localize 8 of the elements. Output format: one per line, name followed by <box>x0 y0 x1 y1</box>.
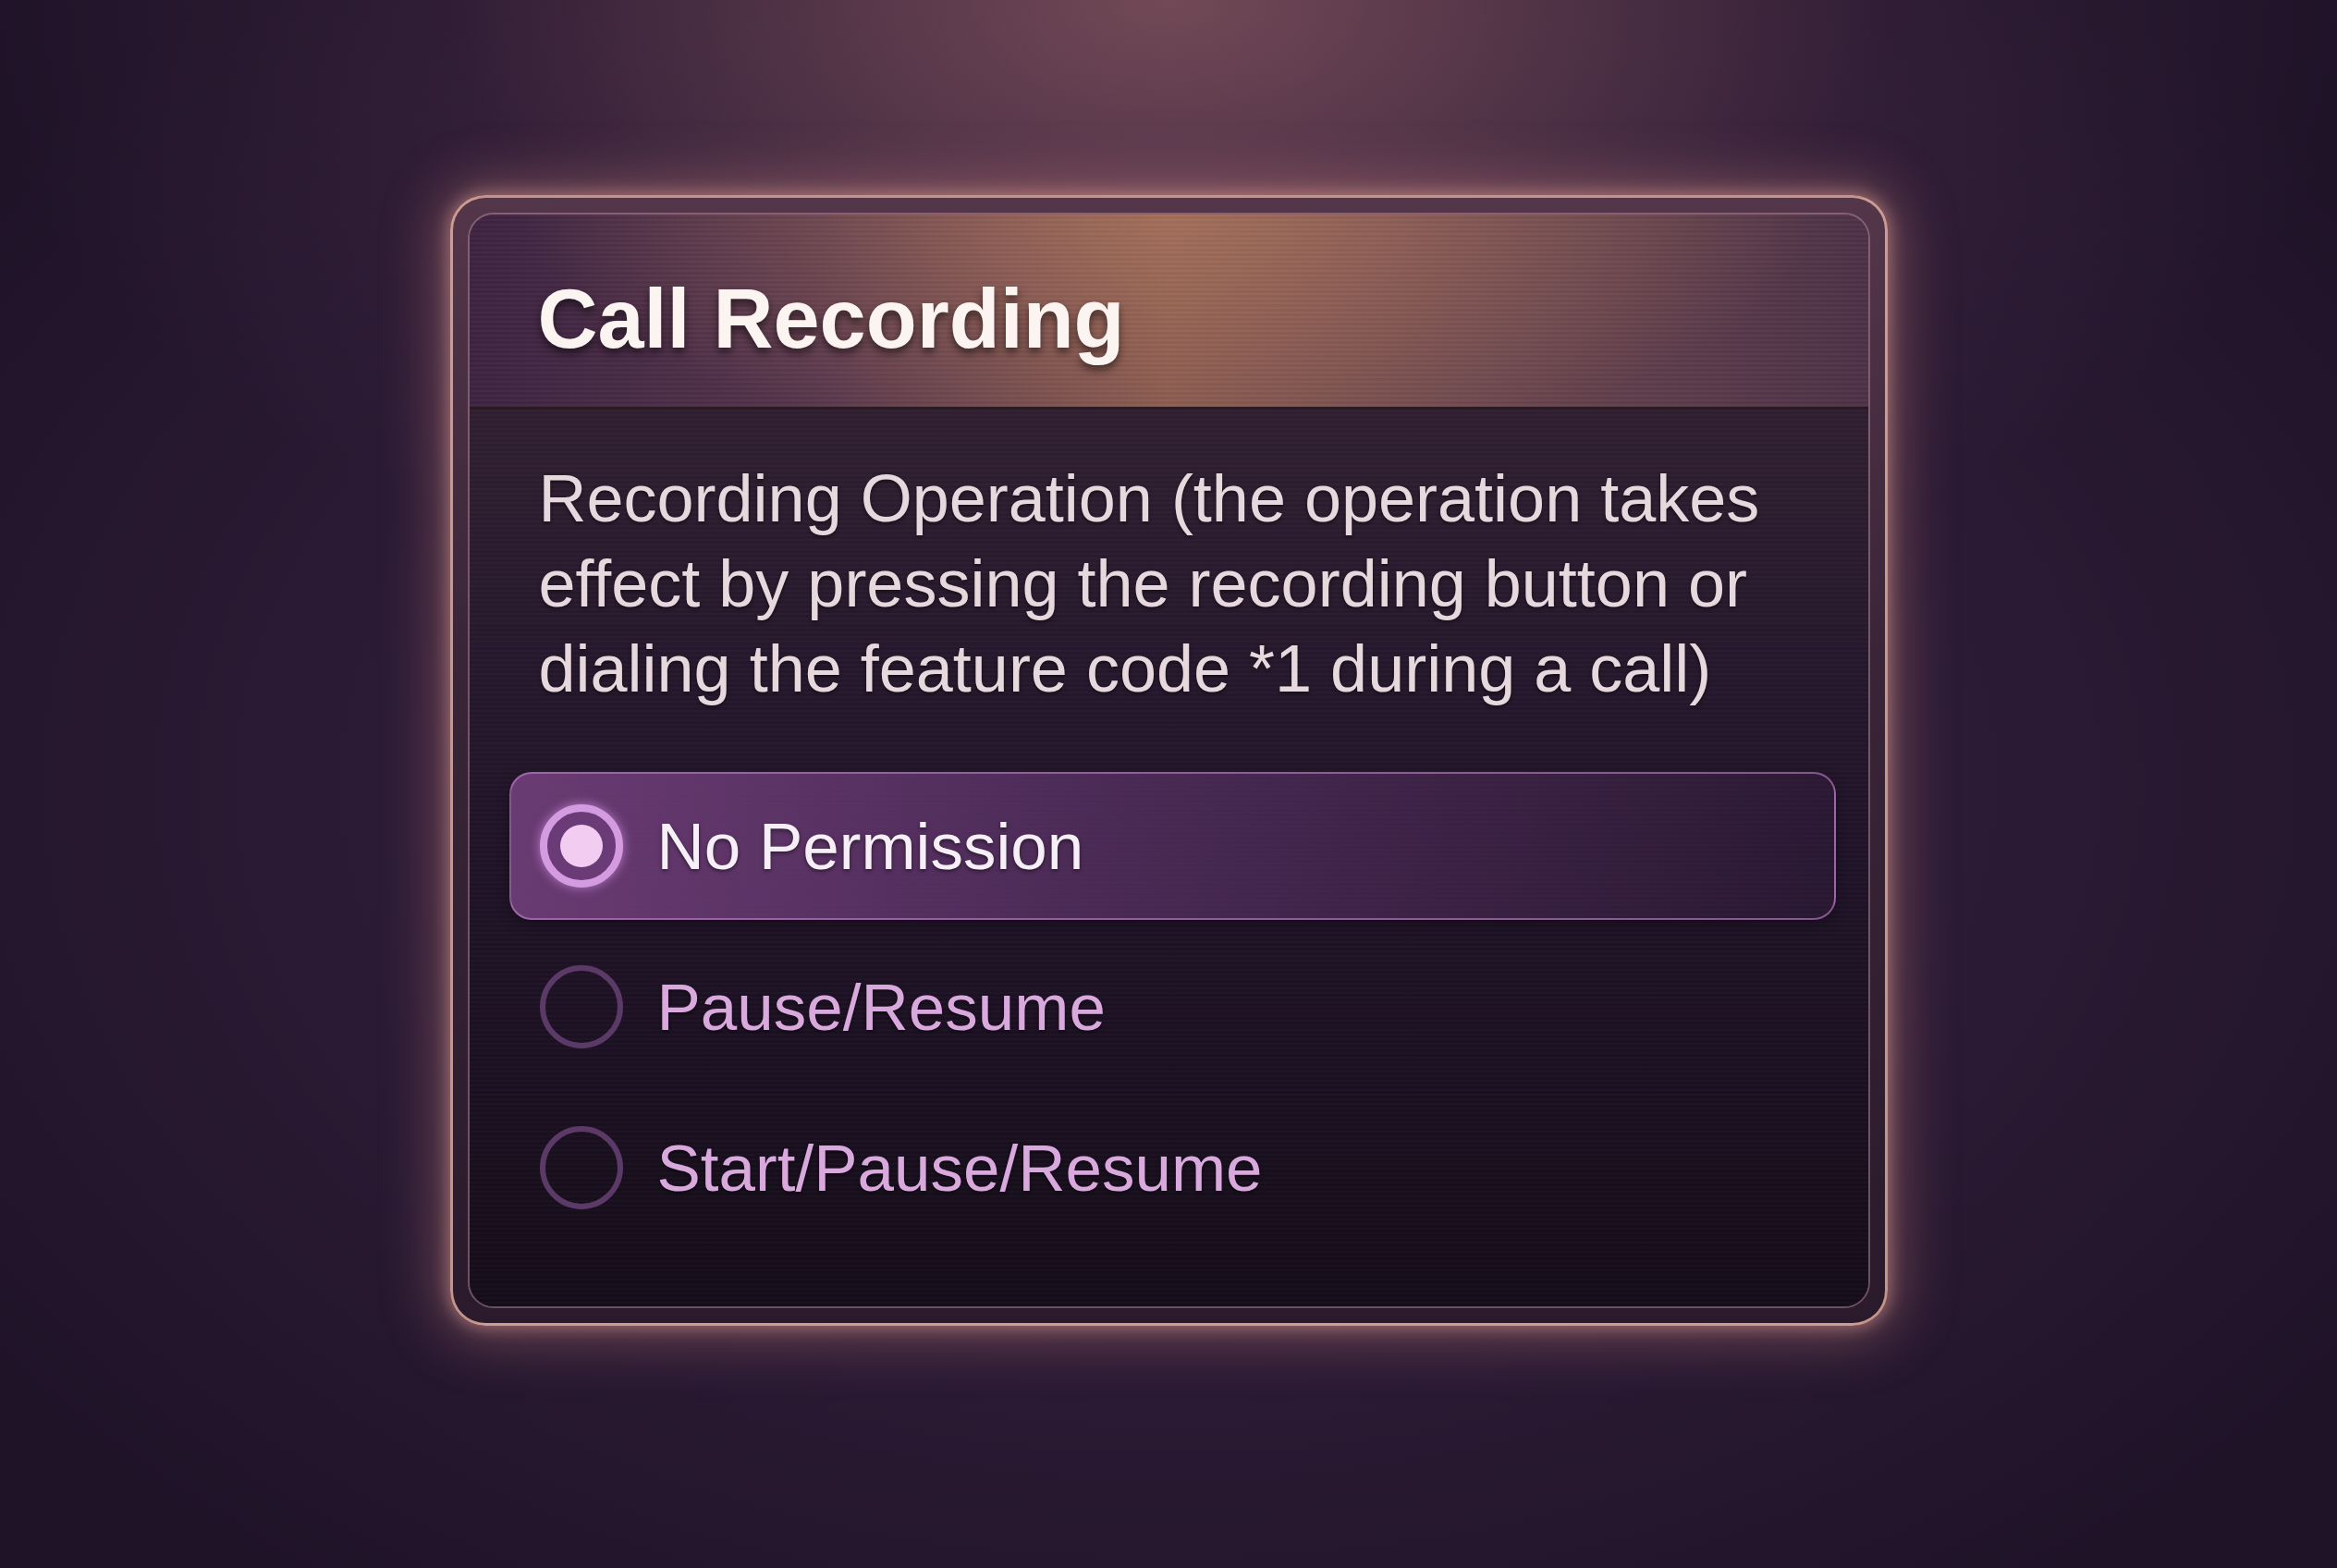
radio-option[interactable]: Pause/Resume <box>538 964 1106 1049</box>
radio-empty-icon <box>538 964 624 1049</box>
description-text: Recording Operation (the operation takes effect by pressing the recording button or dialing the feature code *1 during a call) <box>538 460 1761 707</box>
radio-selected-icon <box>538 803 624 888</box>
dialog-title: Call Recording <box>537 271 1125 367</box>
radio-empty-icon <box>538 1125 624 1210</box>
radio-option[interactable]: Start/Pause/Resume <box>538 1125 1263 1210</box>
radio-option[interactable]: No Permission <box>508 772 1836 920</box>
